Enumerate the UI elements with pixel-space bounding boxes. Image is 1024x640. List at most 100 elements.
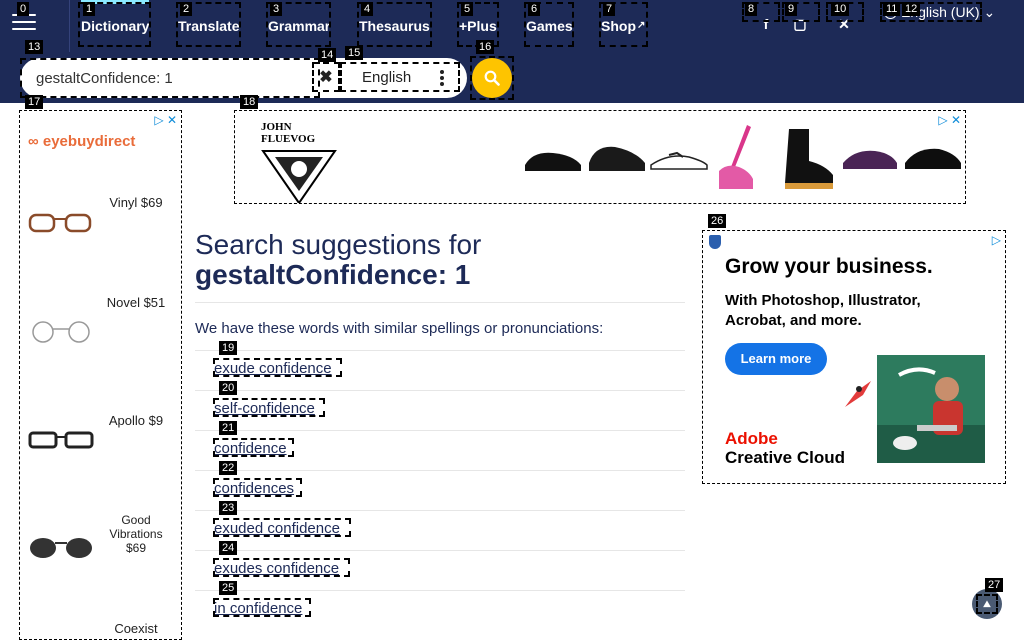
- marker-tag: 14: [318, 48, 337, 62]
- suggestion-link[interactable]: confidence: [214, 440, 287, 457]
- marker-tag: 19: [219, 341, 238, 355]
- marker-tag: 11: [883, 2, 901, 16]
- shoe-image: [589, 146, 645, 171]
- marker-tag: 20: [219, 381, 238, 395]
- superhero-illustration: [845, 381, 871, 407]
- marker-tag: 25: [219, 581, 238, 595]
- nav-shop-label: Shop: [601, 18, 636, 34]
- dictionary-select-label: English: [362, 69, 412, 86]
- suggestion-link[interactable]: confidences: [214, 480, 294, 497]
- product-label: Apollo $9: [108, 413, 164, 428]
- chevron-up-icon: ⯅: [981, 596, 993, 612]
- marker-tag: 6: [528, 2, 541, 16]
- marker-tag: 0: [17, 2, 30, 16]
- suggestion-link[interactable]: in confidence: [214, 600, 302, 617]
- glasses-apollo-image: [28, 431, 94, 449]
- suggestion-link[interactable]: exude confidence: [214, 360, 332, 377]
- search-button[interactable]: [472, 58, 512, 98]
- glasses-icon: ∞: [28, 133, 39, 150]
- adobe-brand-line2: Creative Cloud: [725, 448, 845, 467]
- twitter-x-icon[interactable]: ✕: [834, 14, 854, 34]
- hamburger-icon[interactable]: [12, 14, 36, 34]
- nav-divider: [69, 0, 70, 52]
- more-options-icon: [440, 70, 444, 86]
- page-title: Search suggestions for gestaltConfidence…: [195, 230, 685, 290]
- product-label: Vinyl $69: [109, 195, 163, 210]
- top-banner-ad[interactable]: ▷ ✕ JOHN FLUEVOG: [234, 110, 966, 204]
- instagram-icon[interactable]: ▢: [790, 14, 810, 34]
- marker-tag: 2: [180, 2, 193, 16]
- product-label: Good Vibrations $69: [109, 513, 163, 555]
- marker-tag: 22: [219, 461, 238, 475]
- divider: [195, 390, 685, 391]
- fluevog-logo: JOHN FLUEVOG: [261, 121, 341, 203]
- person-with-laptop-image: [877, 367, 985, 463]
- suggestion-link[interactable]: exuded confidence: [214, 520, 340, 537]
- external-link-icon: ↗: [637, 20, 646, 31]
- marker-tag: 3: [270, 2, 283, 16]
- glasses-vinyl-image: [28, 213, 92, 233]
- shoe-image: [905, 148, 961, 169]
- right-ad[interactable]: ▷ Grow your business. With Photoshop, Il…: [702, 230, 1006, 484]
- search-icon: [484, 70, 500, 86]
- product-label: Novel $51: [106, 295, 166, 310]
- adobe-brand-line1: Adobe: [725, 429, 778, 448]
- shoe-image: [843, 150, 897, 169]
- shoe-image: [785, 129, 833, 189]
- adchoices-icon[interactable]: ▷ ✕: [938, 113, 961, 127]
- divider: [195, 590, 685, 591]
- marker-tag: 17: [25, 95, 44, 109]
- close-icon[interactable]: ✖: [316, 68, 336, 88]
- divider: [195, 350, 685, 351]
- marker-tag: 27: [985, 578, 1004, 592]
- left-ad[interactable]: ▷ ✕ ∞ eyebuydirect Vinyl $69 Novel $51 A…: [19, 110, 182, 640]
- dictionary-select[interactable]: English: [342, 64, 458, 92]
- marker-tag: 12: [902, 2, 921, 16]
- marker-tag: 16: [476, 40, 495, 54]
- marker-tag: 21: [219, 421, 238, 435]
- ad-text: With Photoshop, Illustrator, Acrobat, an…: [725, 292, 921, 329]
- facebook-icon[interactable]: f: [756, 14, 776, 34]
- divider: [195, 430, 685, 431]
- suggestion-link[interactable]: self-confidence: [214, 400, 315, 417]
- marker-tag: 9: [785, 2, 798, 16]
- adobe-brand: Adobe Creative Cloud: [725, 429, 845, 467]
- marker-tag: 10: [831, 2, 850, 16]
- glasses-good-vibrations-image: [30, 538, 92, 558]
- search-query-heading: gestaltConfidence: 1: [195, 259, 471, 290]
- marker-tag: 13: [25, 40, 44, 54]
- marker-tag: 23: [219, 501, 238, 515]
- fluevog-brand: JOHN FLUEVOG: [261, 121, 316, 145]
- ad-photo: [877, 355, 985, 463]
- language-selector[interactable]: English (UK) ⌄: [884, 0, 995, 24]
- marker-tag: 5: [461, 2, 474, 16]
- ad-brand-label: eyebuydirect: [42, 133, 136, 150]
- search-input[interactable]: [36, 58, 316, 98]
- marker-tag: 24: [219, 541, 238, 555]
- scroll-top-button[interactable]: ⯅: [972, 589, 1002, 619]
- adchoices-icon[interactable]: ▷: [992, 233, 1001, 247]
- divider: [195, 550, 685, 551]
- learn-more-button[interactable]: Learn more: [725, 343, 827, 375]
- marker-tag: 18: [240, 95, 259, 109]
- shield-icon: [709, 235, 721, 249]
- top-nav: Dictionary Translate Grammar Thesaurus +…: [0, 0, 1024, 52]
- shoe-image: [525, 152, 581, 171]
- divider: [195, 510, 685, 511]
- chevron-down-icon: ⌄: [983, 4, 996, 20]
- search-suggestions-heading: Search suggestions for: [195, 229, 482, 260]
- shoe-image: [650, 151, 708, 170]
- marker-tag: 8: [745, 2, 758, 16]
- marker-tag: 15: [345, 46, 364, 60]
- search-form: ✖ English: [20, 58, 467, 98]
- marker-tag: 7: [603, 2, 616, 16]
- shoe-image: [719, 125, 753, 189]
- fluevog-triangle-logo: [261, 150, 337, 203]
- eyebuydirect-logo: ∞ eyebuydirect: [28, 133, 135, 150]
- suggestions-intro: We have these words with similar spellin…: [195, 320, 604, 337]
- divider: [195, 470, 685, 471]
- ad-headline: Grow your business.: [725, 255, 933, 278]
- adchoices-icon[interactable]: ▷ ✕: [154, 113, 177, 127]
- suggestion-link[interactable]: exudes confidence: [214, 560, 339, 577]
- divider: [195, 302, 685, 303]
